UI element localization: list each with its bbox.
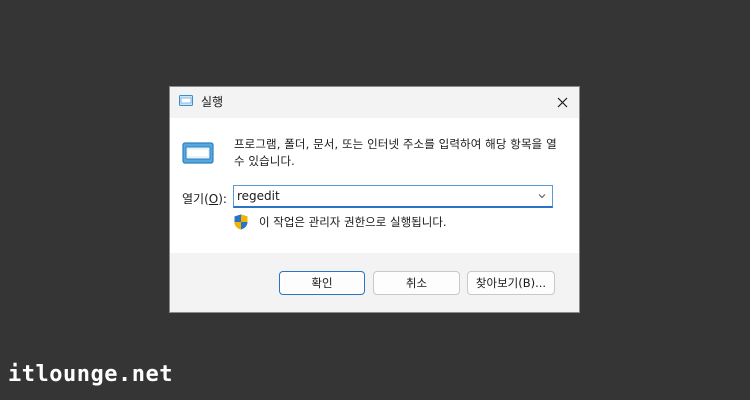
chevron-down-icon[interactable] (538, 192, 546, 200)
content-area: 프로그램, 폴더, 문서, 또는 인터넷 주소를 입력하여 해당 항목을 열 수… (170, 118, 579, 253)
close-button[interactable] (545, 87, 579, 117)
open-combobox[interactable] (233, 185, 553, 208)
window-title: 실행 (201, 95, 224, 109)
site-watermark: itlounge.net (8, 362, 173, 387)
uac-shield-icon (234, 214, 248, 230)
run-window-icon (182, 142, 214, 164)
browse-button[interactable]: 찾아보기(B)... (467, 271, 555, 295)
open-label: 열기(O): (182, 192, 227, 206)
run-window-icon (179, 95, 193, 106)
ok-button[interactable]: 확인 (279, 271, 365, 295)
run-dialog: 실행 프로그램, 폴더, 문서, 또는 인터넷 주소를 입력하여 해당 항목을 … (169, 86, 580, 313)
title-bar[interactable]: 실행 (170, 87, 579, 117)
close-icon (557, 97, 567, 107)
description-text: 프로그램, 폴더, 문서, 또는 인터넷 주소를 입력하여 해당 항목을 열 수… (234, 137, 557, 168)
open-input[interactable] (237, 187, 527, 205)
cancel-button[interactable]: 취소 (373, 271, 460, 295)
admin-note-text: 이 작업은 관리자 권한으로 실행됩니다. (259, 215, 447, 229)
